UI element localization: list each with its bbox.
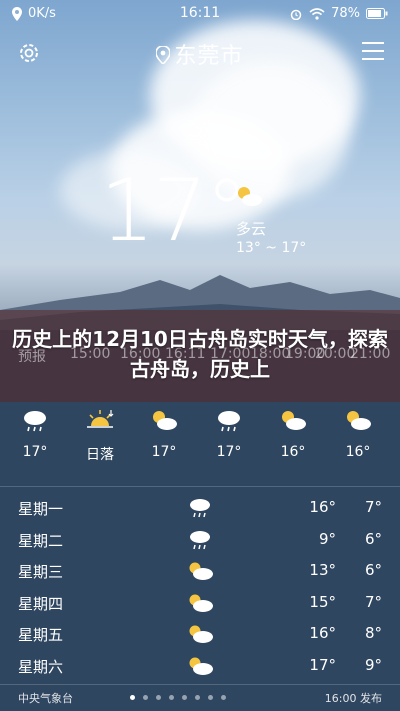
page-dot[interactable] bbox=[130, 695, 135, 700]
battery-icon bbox=[366, 8, 388, 19]
daily-row[interactable]: 星期六 17° 9° bbox=[0, 652, 400, 684]
city-name: 东莞市 bbox=[174, 44, 244, 69]
hourly-label: 17° bbox=[216, 444, 242, 460]
rain-cloud-icon bbox=[218, 411, 240, 432]
hourly-label: 16° bbox=[280, 444, 306, 460]
day-name: 星期二 bbox=[18, 531, 64, 550]
day-low: 9° bbox=[364, 655, 382, 674]
wifi-icon bbox=[309, 7, 325, 20]
day-name: 星期六 bbox=[18, 657, 64, 676]
current-condition: 多云 bbox=[236, 220, 267, 238]
partly-cloudy-icon bbox=[347, 411, 371, 430]
rain-cloud-icon bbox=[24, 411, 46, 432]
daily-row[interactable]: 星期二 9° 6° bbox=[0, 526, 400, 558]
page-dot[interactable] bbox=[143, 695, 148, 700]
daily-row[interactable]: 星期三 13° 6° bbox=[0, 557, 400, 589]
status-bar: 0K/s 16:11 78% bbox=[0, 0, 400, 28]
hourly-item: 17° bbox=[3, 408, 67, 460]
daily-row[interactable]: 星期五 16° 8° bbox=[0, 620, 400, 652]
data-source: 中央气象台 bbox=[18, 692, 73, 705]
page-indicator[interactable] bbox=[130, 695, 226, 700]
daily-forecast: 星期一 16° 7° 星期二 9° 6° 星期三 13° 6° 星期四 15° … bbox=[0, 494, 400, 683]
city-selector[interactable]: 东莞市 bbox=[0, 38, 400, 70]
hourly-label: 17° bbox=[22, 444, 48, 460]
rain-cloud-icon bbox=[190, 530, 210, 549]
page-dot[interactable] bbox=[156, 695, 161, 700]
location-pin-icon bbox=[155, 45, 172, 66]
daily-row[interactable]: 星期一 16° 7° bbox=[0, 494, 400, 526]
page-dot[interactable] bbox=[169, 695, 174, 700]
day-high: 15° bbox=[309, 592, 336, 611]
divider bbox=[0, 684, 400, 685]
footer: 中央气象台 16:00 发布 bbox=[0, 686, 400, 711]
partly-cloudy-icon bbox=[282, 411, 306, 430]
sunset-icon bbox=[87, 410, 114, 428]
partly-cloudy-icon bbox=[238, 187, 262, 206]
day-low: 7° bbox=[364, 498, 382, 516]
alarm-icon bbox=[290, 9, 302, 20]
day-low: 7° bbox=[364, 592, 382, 611]
day-high: 16° bbox=[309, 498, 336, 516]
day-name: 星期五 bbox=[18, 626, 64, 644]
day-high: 13° bbox=[309, 561, 336, 579]
page-dot[interactable] bbox=[195, 695, 200, 700]
hourly-label: 16° bbox=[345, 444, 371, 460]
menu-button[interactable] bbox=[362, 42, 384, 62]
rain-cloud-icon bbox=[190, 499, 210, 518]
hourly-item: 16° bbox=[326, 408, 390, 460]
day-high: 9° bbox=[318, 529, 336, 548]
hourly-forecast: 17° 日落 17° 17° 16° 16° bbox=[0, 408, 400, 478]
page-dot[interactable] bbox=[208, 695, 213, 700]
partly-cloudy-icon bbox=[153, 411, 177, 430]
day-high: 17° bbox=[309, 655, 336, 674]
hourly-label: 17° bbox=[151, 444, 177, 460]
battery-percent: 78% bbox=[331, 6, 360, 21]
hourly-item: 日落 bbox=[68, 408, 132, 464]
partly-cloudy-icon bbox=[189, 625, 213, 643]
divider bbox=[0, 486, 400, 487]
hourly-label: 日落 bbox=[86, 447, 114, 463]
update-time: 16:00 发布 bbox=[324, 692, 382, 705]
hourly-item: 17° bbox=[197, 408, 261, 460]
day-name: 星期一 bbox=[18, 500, 64, 518]
page-dot[interactable] bbox=[221, 695, 226, 700]
partly-cloudy-icon bbox=[189, 657, 213, 675]
current-temperature: 17° bbox=[100, 161, 248, 261]
top-bar: 东莞市 bbox=[0, 36, 400, 70]
page-dot[interactable] bbox=[182, 695, 187, 700]
day-low: 8° bbox=[364, 624, 382, 642]
temperature-range: 13° ~ 17° bbox=[236, 240, 307, 256]
hourly-item: 16° bbox=[261, 408, 325, 460]
partly-cloudy-icon bbox=[189, 562, 213, 580]
day-low: 6° bbox=[364, 529, 382, 548]
article-title[interactable]: 历史上的12月10日古舟岛实时天气，探索古舟岛，历史上 bbox=[8, 324, 392, 384]
day-name: 星期四 bbox=[18, 594, 64, 613]
day-name: 星期三 bbox=[18, 563, 64, 581]
partly-cloudy-icon bbox=[189, 594, 213, 612]
hourly-item: 17° bbox=[132, 408, 196, 460]
day-low: 6° bbox=[364, 561, 382, 579]
daily-row[interactable]: 星期四 15° 7° bbox=[0, 589, 400, 621]
day-high: 16° bbox=[309, 624, 336, 642]
